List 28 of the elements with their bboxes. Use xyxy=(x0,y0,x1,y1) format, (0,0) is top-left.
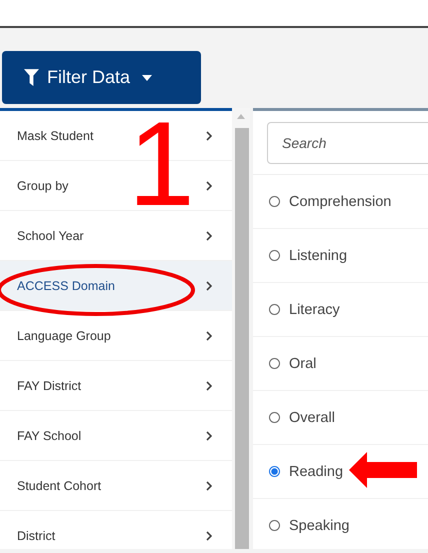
chevron-right-icon xyxy=(206,230,212,240)
caret-icon xyxy=(142,74,152,80)
search-field[interactable]: Search xyxy=(267,122,428,164)
radio-button[interactable] xyxy=(269,520,280,531)
option-label: Reading xyxy=(289,464,344,480)
radio-button[interactable] xyxy=(269,304,280,315)
option-label: Literacy xyxy=(289,302,340,318)
chevron-right-icon xyxy=(206,330,212,340)
chevron-right-icon xyxy=(206,480,212,490)
chevron-right-icon xyxy=(206,130,212,140)
option-label: Listening xyxy=(289,248,348,264)
radio-button[interactable] xyxy=(269,466,280,477)
radio-button[interactable] xyxy=(269,196,280,207)
filter-icon xyxy=(24,69,39,86)
radio-button[interactable] xyxy=(269,358,280,369)
option-label: Speaking xyxy=(289,518,350,534)
option-label: Comprehension xyxy=(289,194,392,210)
option-label: Overall xyxy=(289,410,335,426)
chevron-right-icon xyxy=(206,180,212,190)
chevron-right-icon xyxy=(206,280,212,290)
chevron-right-icon xyxy=(206,380,212,390)
option-label: Oral xyxy=(289,356,316,372)
filter-data-button[interactable]: Filter Data xyxy=(2,51,201,104)
radio-button[interactable] xyxy=(269,250,280,261)
arrow-icon xyxy=(349,452,417,488)
radio-button[interactable] xyxy=(269,412,280,423)
chevron-right-icon xyxy=(206,430,212,440)
chevron-right-icon xyxy=(206,530,212,540)
